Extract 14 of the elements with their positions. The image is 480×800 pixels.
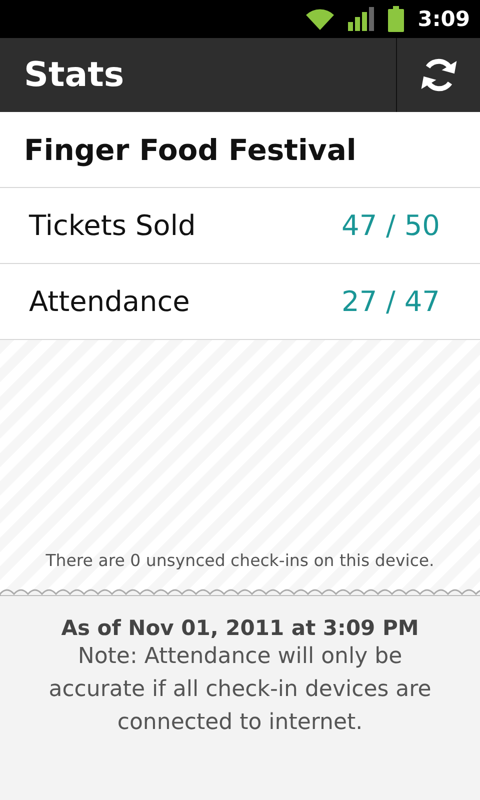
sync-message: There are 0 unsynced check-ins on this device. [46, 551, 434, 570]
signal-icon [348, 7, 374, 31]
attendance-note: Note: Attendance will only be accurate if all check-in devices are connected to internet. [48, 643, 432, 737]
stat-label: Tickets Sold [29, 209, 196, 242]
stat-label: Attendance [29, 285, 190, 318]
battery-icon [388, 6, 404, 32]
status-time: 3:09 [418, 7, 470, 31]
refresh-icon [420, 56, 458, 94]
event-name: Finger Food Festival [0, 112, 480, 188]
screen-title: Stats [23, 54, 126, 97]
wifi-icon [306, 8, 334, 30]
stat-value: 27 / 47 [342, 285, 440, 318]
timestamp: As of Nov 01, 2011 at 3:09 PM [61, 616, 419, 640]
stat-value: 47 / 50 [342, 209, 440, 242]
